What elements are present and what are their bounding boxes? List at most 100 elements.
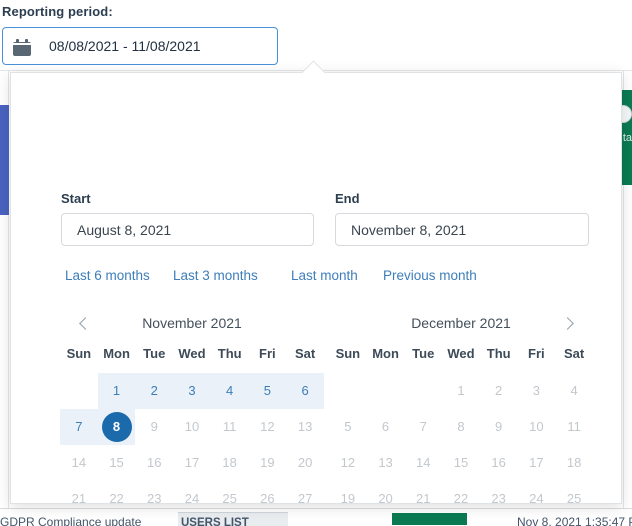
calendar-day-number: 6 [381, 419, 390, 434]
calendar-week-row: 7 8 9 10 11 12 13 [60, 409, 324, 445]
weekday-thu: Thu [217, 346, 242, 361]
background-sidebar-accent [0, 105, 9, 215]
preset-link-last-3-months[interactable]: Last 3 months [173, 268, 258, 283]
preset-link-last-6-months[interactable]: Last 6 months [65, 268, 150, 283]
calendar-day-number: 14 [416, 455, 431, 470]
calendar-day-in-range[interactable]: 3 [173, 373, 211, 409]
calendar-day-disabled: 26 [249, 481, 287, 517]
reporting-period-value: 08/08/2021 - 11/08/2021 [49, 38, 201, 54]
calendar-day-number: 2 [150, 383, 158, 398]
calendar-day-disabled: 8 [442, 409, 480, 445]
weekday-wed: Wed [178, 346, 206, 361]
calendar-day-number: 12 [340, 455, 356, 470]
calendar-day-number: 17 [529, 455, 544, 470]
calendar-header: November 2021 [60, 309, 324, 337]
calendar-day-empty [367, 373, 405, 409]
weekday-thu: Thu [486, 346, 511, 361]
calendar-day-disabled: 31 [518, 517, 556, 526]
calendar-day-disabled: 12 [329, 445, 367, 481]
calendar-day-number: 19 [340, 491, 356, 506]
chevron-right-icon[interactable] [557, 311, 581, 335]
calendar-day-disabled: 28 [60, 517, 98, 526]
calendar-day-number: 16 [147, 455, 162, 470]
calendar-day-number: 29 [102, 520, 132, 526]
calendar-day-disabled: 20 [286, 445, 324, 481]
calendar-day-disabled: 29 [98, 517, 136, 526]
calendar-day-disabled: 5 [329, 409, 367, 445]
date-range-picker-popup: Start August 8, 2021 End November 8, 202… [10, 72, 622, 506]
calendar-day-disabled: 7 [404, 409, 442, 445]
calendar-day-disabled: 12 [249, 409, 287, 445]
calendar-day-in-range[interactable]: 1 [97, 373, 136, 409]
weekday-sat: Sat [563, 346, 585, 361]
calendar-day-disabled: 23 [135, 481, 173, 517]
calendar-day-in-range[interactable]: 4 [210, 373, 249, 409]
calendar-day-disabled: 10 [518, 409, 556, 445]
chevron-left-icon[interactable] [72, 311, 96, 335]
calendar-day-in-range[interactable]: 7 [60, 409, 98, 445]
calendar-day-empty [555, 517, 593, 526]
calendar-day-disabled: 10 [173, 409, 211, 445]
calendar-week-row: 12 13 14 15 16 17 18 [329, 445, 593, 481]
calendar-day-selected[interactable]: 8 [97, 409, 136, 445]
calendar-day-number: 7 [75, 419, 83, 434]
calendar-day-disabled: 21 [60, 481, 98, 517]
weekday-mon: Mon [103, 346, 130, 361]
weekday-header-row: Sun Mon Tue Wed Thu Fri Sat [329, 346, 593, 373]
reporting-period-field[interactable]: 08/08/2021 - 11/08/2021 [2, 27, 278, 65]
calendar-day-disabled: 24 [173, 481, 211, 517]
weekday-sun: Sun [335, 346, 361, 361]
calendar-day-number: 2 [495, 383, 503, 398]
calendar-day-number: 18 [222, 455, 237, 470]
calendar-week-row: 21 22 23 24 25 26 27 [60, 481, 324, 517]
calendar-day-number: 22 [453, 491, 469, 506]
calendar-day-disabled: 19 [329, 481, 367, 517]
calendar-day-disabled: 19 [249, 445, 287, 481]
preset-link-last-month[interactable]: Last month [291, 268, 358, 283]
calendar-day-disabled: 22 [98, 481, 136, 517]
weekday-tue: Tue [412, 346, 435, 361]
calendar-day-number: 21 [71, 491, 87, 506]
calendar-day-in-range[interactable]: 5 [248, 373, 287, 409]
calendar-day-in-range[interactable]: 6 [286, 373, 324, 409]
calendar-day-number: 12 [260, 419, 275, 434]
calendar-month-title: November 2021 [142, 315, 242, 331]
calendar-day-disabled: 22 [442, 481, 480, 517]
calendar-week-row: 28 29 30 [60, 517, 324, 526]
calendar-day-number: 23 [147, 491, 162, 506]
calendar-icon [13, 38, 31, 56]
start-date-input[interactable]: August 8, 2021 [61, 213, 314, 246]
calendar-day-disabled: 16 [480, 445, 518, 481]
calendar-day-number: 13 [297, 419, 313, 434]
calendar-day-number: 10 [529, 419, 544, 434]
calendar-day-number: 1 [457, 383, 465, 398]
calendar-day-number: 26 [260, 491, 275, 506]
calendar-day-number: 25 [222, 491, 237, 506]
calendar-day-empty [404, 373, 442, 409]
calendar-day-number: 21 [416, 491, 431, 506]
calendar-day-disabled: 9 [480, 409, 518, 445]
calendar-day-number: 31 [521, 520, 551, 526]
end-date-input[interactable]: November 8, 2021 [335, 213, 589, 246]
calendar-day-number: 16 [491, 455, 506, 470]
calendar-day-disabled: 27 [367, 517, 405, 526]
calendar-day-number: 24 [184, 491, 200, 506]
weekday-header-row: Sun Mon Tue Wed Thu Fri Sat [60, 346, 324, 373]
weekday-fri: Fri [259, 346, 276, 361]
calendar-day-empty [60, 373, 98, 409]
calendar-day-number: 27 [371, 520, 401, 526]
calendar-day-number: 28 [408, 520, 438, 526]
preset-link-previous-month[interactable]: Previous month [383, 268, 477, 283]
calendar-day-number: 25 [566, 491, 582, 506]
calendar-day-number: 3 [188, 383, 196, 398]
calendar-day-disabled: 3 [518, 373, 556, 409]
calendar-day-disabled: 14 [404, 445, 442, 481]
calendar-day-number: 28 [64, 520, 94, 526]
calendar-day-number: 8 [457, 419, 465, 434]
calendar-day-number: 23 [491, 491, 506, 506]
calendar-day-disabled: 23 [480, 481, 518, 517]
calendar-week-row: 26 27 28 29 30 31 [329, 517, 593, 526]
calendar-day-in-range[interactable]: 2 [135, 373, 174, 409]
calendar-week-row: 5 6 7 8 9 10 11 [329, 409, 593, 445]
calendar-december: December 2021 Sun Mon Tue Wed Thu Fri Sat 1 2 3 4 5 6… [329, 309, 593, 526]
